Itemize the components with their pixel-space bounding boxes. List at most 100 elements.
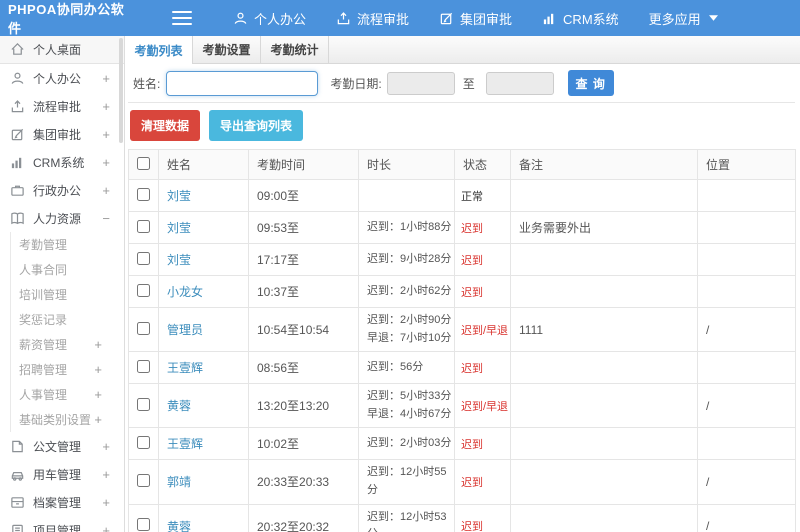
- duration: 迟到：2小时62分: [358, 275, 455, 308]
- top-menu-workflow-approval[interactable]: 流程审批: [321, 0, 424, 36]
- col-header-remark: 备注: [510, 149, 698, 180]
- row-checkbox[interactable]: [137, 397, 150, 411]
- location: [697, 275, 796, 308]
- search-button[interactable]: 查 询: [567, 70, 614, 96]
- sidebar-item-label: 项目管理: [33, 523, 82, 532]
- workflow-icon: [11, 99, 24, 112]
- expand-indicator[interactable]: +: [102, 99, 110, 114]
- col-header-location: 位置: [697, 149, 796, 180]
- employee-name-link[interactable]: 管理员: [167, 323, 203, 337]
- row-checkbox[interactable]: [137, 187, 150, 201]
- tab-bar: 考勤列表 考勤设置 考勤统计: [125, 36, 800, 64]
- sidebar-item-salary-management[interactable]: 薪资管理 +: [10, 332, 124, 357]
- sidebar-item-personnel-management[interactable]: 人事管理 +: [10, 382, 124, 407]
- expand-indicator[interactable]: +: [102, 495, 110, 510]
- select-all-checkbox[interactable]: [137, 156, 150, 170]
- table-row: 王壹辉 08:56至 迟到：56分 迟到: [128, 351, 796, 385]
- sidebar-item-label: 薪资管理: [19, 338, 68, 352]
- top-menu-more-apps[interactable]: 更多应用: [634, 0, 733, 36]
- expand-indicator[interactable]: +: [94, 337, 102, 352]
- expand-indicator[interactable]: +: [102, 523, 110, 532]
- app-logo[interactable]: PHPOA协同办公软件: [0, 0, 130, 37]
- collapse-indicator[interactable]: −: [102, 211, 110, 226]
- tab-attendance-settings[interactable]: 考勤设置: [193, 36, 261, 63]
- employee-name-link[interactable]: 王壹辉: [167, 437, 203, 451]
- top-menu-label: 流程审批: [357, 11, 410, 27]
- user-icon: [11, 72, 24, 84]
- employee-name-link[interactable]: 黄蓉: [167, 520, 191, 532]
- expand-indicator[interactable]: +: [94, 387, 102, 402]
- row-checkbox[interactable]: [137, 219, 150, 233]
- expand-indicator[interactable]: +: [102, 439, 110, 454]
- expand-indicator[interactable]: +: [102, 155, 110, 170]
- sidebar-item-personal-office[interactable]: 个人办公 +: [0, 64, 124, 92]
- table-header-row: 姓名 考勤时间 时长 状态 备注 位置: [128, 149, 796, 180]
- sidebar-item-label: 培训管理: [19, 288, 68, 302]
- caret-down-icon: [708, 15, 718, 21]
- top-menu-group-approval[interactable]: 集团审批: [424, 0, 527, 36]
- sidebar-item-label: 考勤管理: [19, 238, 68, 252]
- row-checkbox[interactable]: [137, 321, 150, 335]
- sidebar-item-vehicle-management[interactable]: 用车管理 +: [0, 460, 124, 488]
- sidebar-item-attendance-management[interactable]: 考勤管理: [10, 232, 124, 257]
- remark: [510, 179, 698, 212]
- duration: [358, 179, 455, 212]
- employee-name-link[interactable]: 刘莹: [167, 189, 191, 203]
- name-input[interactable]: [166, 70, 319, 96]
- sidebar-scrollbar[interactable]: [119, 38, 123, 143]
- expand-indicator[interactable]: +: [102, 127, 110, 142]
- tab-attendance-statistics[interactable]: 考勤统计: [261, 36, 329, 63]
- sidebar-item-group-approval[interactable]: 集团审批 +: [0, 120, 124, 148]
- export-list-button[interactable]: 导出查询列表: [209, 110, 304, 141]
- date-to-input[interactable]: [485, 71, 554, 95]
- row-checkbox[interactable]: [137, 251, 150, 265]
- row-checkbox[interactable]: [137, 283, 150, 297]
- row-checkbox[interactable]: [137, 359, 150, 373]
- top-menu-personal-office[interactable]: 个人办公: [218, 0, 321, 36]
- row-checkbox[interactable]: [137, 435, 150, 449]
- sidebar-item-crm-system[interactable]: CRM系统 +: [0, 148, 124, 176]
- date-from-input[interactable]: [386, 71, 455, 95]
- remark: [510, 459, 698, 505]
- duration: 迟到：12小时53分: [358, 503, 455, 532]
- expand-indicator[interactable]: +: [94, 362, 102, 377]
- sidebar-item-recruitment-management[interactable]: 招聘管理 +: [10, 357, 124, 382]
- remark: 1111: [510, 306, 698, 353]
- sidebar-item-personal-desktop[interactable]: 个人桌面: [0, 36, 124, 64]
- employee-name-link[interactable]: 小龙女: [167, 285, 203, 299]
- expand-indicator[interactable]: +: [102, 71, 110, 86]
- expand-indicator[interactable]: +: [94, 412, 102, 427]
- status-text: 正常: [454, 179, 511, 212]
- hamburger-icon[interactable]: [172, 11, 192, 25]
- sidebar-item-document-management[interactable]: 公文管理 +: [0, 432, 124, 460]
- tab-attendance-list[interactable]: 考勤列表: [125, 36, 193, 64]
- sidebar-item-personnel-contract[interactable]: 人事合同: [10, 257, 124, 282]
- location: /: [697, 459, 796, 505]
- col-header-status: 状态: [454, 149, 511, 180]
- top-menu: 个人办公 流程审批 集团审批 CRM系统 更多应用: [218, 0, 733, 36]
- employee-name-link[interactable]: 刘莹: [167, 221, 191, 235]
- employee-name-link[interactable]: 郭靖: [167, 475, 191, 489]
- clear-data-button[interactable]: 清理数据: [130, 110, 201, 141]
- duration: 迟到：2小时03分: [358, 427, 455, 461]
- sidebar-item-archive-management[interactable]: 档案管理 +: [0, 488, 124, 516]
- top-menu-crm-system[interactable]: CRM系统: [527, 0, 634, 36]
- sidebar-item-label: 个人办公: [33, 71, 82, 86]
- employee-name-link[interactable]: 王壹辉: [167, 361, 203, 375]
- duration: 迟到：1小时88分: [358, 211, 455, 244]
- attendance-time: 13:20至13:20: [248, 383, 359, 429]
- sidebar-item-project-management[interactable]: 项目管理 +: [0, 516, 124, 532]
- sidebar-item-human-resources[interactable]: 人力资源 −: [0, 204, 124, 232]
- expand-indicator[interactable]: +: [102, 467, 110, 482]
- employee-name-link[interactable]: 刘莹: [167, 253, 191, 267]
- sidebar-item-reward-punishment-records[interactable]: 奖惩记录: [10, 307, 124, 332]
- sidebar-item-workflow-approval[interactable]: 流程审批 +: [0, 92, 124, 120]
- row-checkbox[interactable]: [137, 518, 150, 532]
- expand-indicator[interactable]: +: [102, 183, 110, 198]
- row-checkbox[interactable]: [137, 473, 150, 487]
- sidebar-item-admin-office[interactable]: 行政办公 +: [0, 176, 124, 204]
- sidebar-item-base-category-settings[interactable]: 基础类别设置 +: [10, 407, 124, 432]
- sidebar-item-training-management[interactable]: 培训管理: [10, 282, 124, 307]
- status-text: 迟到: [454, 211, 511, 244]
- employee-name-link[interactable]: 黄蓉: [167, 399, 191, 413]
